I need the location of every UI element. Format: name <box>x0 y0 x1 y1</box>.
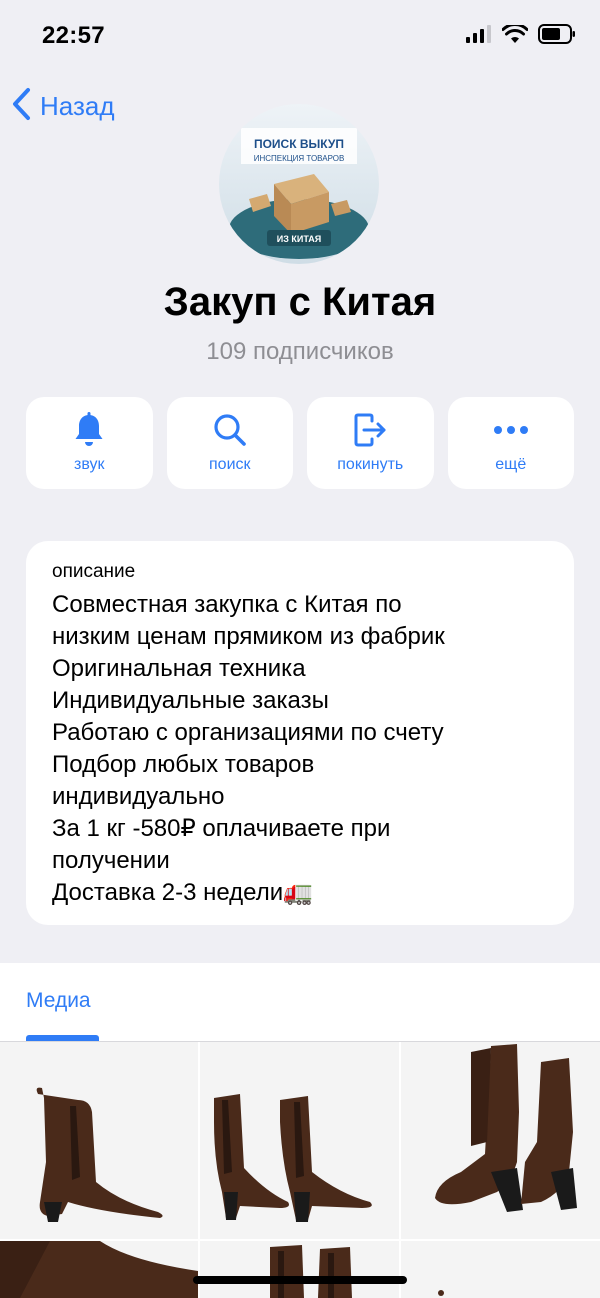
status-icons <box>466 23 576 49</box>
channel-title: Закуп с Китая <box>163 280 437 324</box>
action-label-sound: звук <box>74 456 105 473</box>
description-line: Подбор любых товаров <box>52 751 315 778</box>
avatar-text-1: ПОИСК ВЫКУП <box>254 137 344 151</box>
leave-button[interactable]: покинуть <box>307 397 434 489</box>
description-line: получении <box>52 847 170 874</box>
action-label-search: поиск <box>209 456 251 473</box>
bell-icon <box>73 412 105 448</box>
action-label-more: ещё <box>495 456 527 473</box>
description-caption: описание <box>52 561 136 582</box>
battery-icon <box>538 24 576 49</box>
back-button[interactable]: Назад <box>10 86 115 127</box>
avatar-text-3: ИЗ КИТАЯ <box>277 234 321 244</box>
avatar-text-2: ИНСПЕКЦИЯ ТОВАРОВ <box>254 154 345 163</box>
media-thumbnail[interactable] <box>0 1042 198 1239</box>
media-thumbnail[interactable] <box>0 1241 198 1298</box>
search-icon <box>212 412 248 448</box>
home-indicator[interactable] <box>193 1276 407 1284</box>
tab-media[interactable]: Медиа <box>26 989 91 1013</box>
description-line: Оригинальная техника <box>52 655 306 682</box>
media-thumbnail[interactable] <box>200 1241 399 1298</box>
channel-avatar[interactable]: ПОИСК ВЫКУП ИНСПЕКЦИЯ ТОВАРОВ ИЗ КИТАЯ <box>219 104 379 264</box>
chevron-left-icon <box>10 86 34 127</box>
signal-icon <box>466 25 492 48</box>
description-line: Совместная закупка с Китая по <box>52 591 402 618</box>
back-label: Назад <box>40 91 115 121</box>
search-button[interactable]: поиск <box>166 397 293 489</box>
description-line: За 1 кг -580₽ оплачиваете при <box>52 815 391 842</box>
description-line: Доставка 2-3 недели🚛 <box>52 879 314 906</box>
media-section: Медиа <box>0 963 600 1298</box>
action-bar: звук поиск покинуть ещё <box>26 397 574 489</box>
description-line: Работаю с организациями по счету <box>52 719 444 746</box>
action-label-leave: покинуть <box>337 456 404 473</box>
leave-icon <box>352 412 388 448</box>
media-thumbnail[interactable] <box>200 1042 399 1239</box>
description-line: низким ценам прямиком из фабрик <box>52 623 445 650</box>
status-time: 22:57 <box>42 22 105 49</box>
more-button[interactable]: ещё <box>447 397 574 489</box>
description-text: Совместная закупка с Китая по низким цен… <box>52 589 548 909</box>
media-thumbnail[interactable] <box>401 1241 600 1298</box>
media-thumbnail[interactable] <box>401 1042 600 1239</box>
description-card: описание Совместная закупка с Китая по н… <box>26 541 574 925</box>
mute-button[interactable]: звук <box>26 397 153 489</box>
description-line: индивидуально <box>52 783 225 810</box>
more-icon <box>493 412 529 448</box>
subscriber-count: 109 подписчиков <box>206 338 394 365</box>
wifi-icon <box>501 23 529 48</box>
status-bar: 22:57 <box>0 0 600 72</box>
description-line: Индивидуальные заказы <box>52 687 329 714</box>
